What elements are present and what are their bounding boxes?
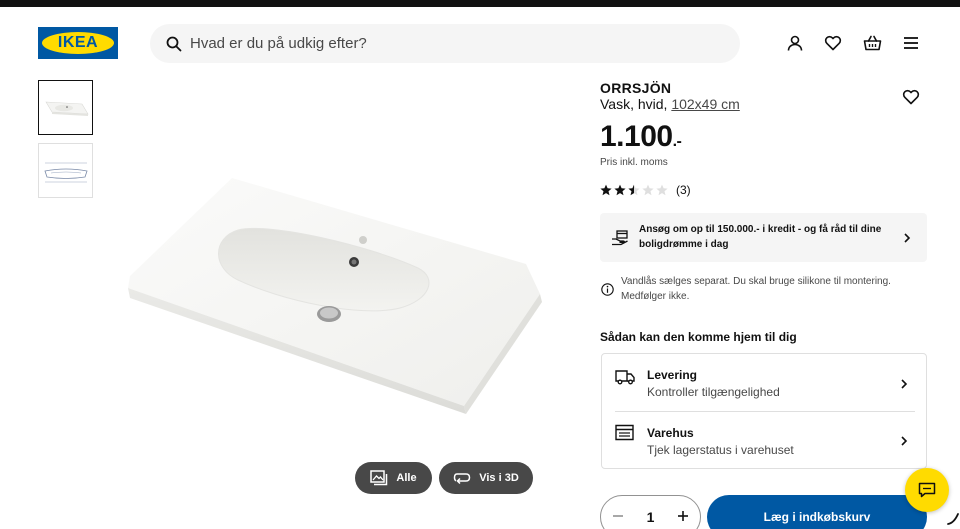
- search-icon: [166, 36, 182, 52]
- view-3d-button[interactable]: Vis i 3D: [439, 462, 533, 494]
- ikea-logo[interactable]: IKEA: [38, 27, 118, 59]
- delivery-label: Levering: [647, 368, 698, 382]
- delivery-option-levering[interactable]: Levering Kontroller tilgængelighed: [602, 354, 926, 411]
- search-input[interactable]: [190, 35, 690, 52]
- info-icon: [601, 283, 614, 296]
- delivery-options: Levering Kontroller tilgængelighed Vareh…: [601, 353, 927, 469]
- quantity-stepper[interactable]: 1: [600, 495, 701, 529]
- thumbnail-dimension-drawing[interactable]: [38, 143, 93, 198]
- menu-icon[interactable]: [901, 33, 921, 53]
- top-bar: [0, 0, 960, 7]
- chevron-right-icon: [901, 379, 908, 389]
- price-suffix: .-: [672, 133, 682, 150]
- search-bar[interactable]: [150, 24, 740, 63]
- basket-icon[interactable]: [862, 33, 882, 53]
- rating-count: (3): [676, 183, 691, 197]
- info-note-text: Vandlås sælges separat. Du skal bruge si…: [621, 276, 891, 302]
- increase-button[interactable]: [677, 509, 689, 525]
- credit-banner[interactable]: Ansøg om op til 150.000.- i kredit - og …: [600, 213, 927, 262]
- star-icon: [614, 184, 626, 196]
- price-value: 1.100: [600, 120, 673, 153]
- rating-stars[interactable]: (3): [600, 183, 691, 197]
- chat-button[interactable]: [905, 468, 949, 512]
- add-to-cart-label: Læg i indkøbskurv: [763, 510, 871, 524]
- delivery-sub: Kontroller tilgængelighed: [647, 385, 780, 399]
- chat-icon: [918, 482, 936, 498]
- delivery-section-title: Sådan kan den komme hjem til dig: [600, 330, 797, 344]
- credit-card-hand-icon: [612, 230, 628, 246]
- store-sub: Tjek lagerstatus i varehuset: [647, 443, 794, 457]
- credit-banner-text: Ansøg om op til 150.000.- i kredit - og …: [639, 224, 882, 250]
- product-description: Vask, hvid, 102x49 cm: [600, 96, 740, 112]
- gallery-icon: [370, 470, 388, 486]
- product-image: [120, 150, 560, 450]
- truck-icon: [615, 370, 635, 385]
- store-label: Varehus: [647, 426, 694, 440]
- heart-icon[interactable]: [823, 33, 843, 53]
- product-type: Vask, hvid,: [600, 96, 672, 112]
- chevron-right-icon: [904, 233, 911, 243]
- price-note: Pris inkl. moms: [600, 157, 668, 168]
- show-all-images-button[interactable]: Alle: [355, 462, 432, 494]
- logo-text: IKEA: [57, 34, 99, 51]
- star-icon: [642, 184, 654, 196]
- minus-icon: [613, 515, 624, 517]
- product-dimensions-link[interactable]: 102x49 cm: [671, 96, 739, 112]
- plus-icon: [677, 511, 688, 521]
- delivery-option-varehus[interactable]: Varehus Tjek lagerstatus i varehuset: [602, 412, 926, 469]
- decrease-button[interactable]: [612, 509, 624, 525]
- edge-chevron-icon: [947, 513, 959, 525]
- star-icon: [628, 184, 640, 196]
- star-icon: [656, 184, 668, 196]
- star-icon: [600, 184, 612, 196]
- sink-thumbnail-image: [44, 101, 89, 116]
- user-icon[interactable]: [785, 33, 805, 53]
- dimension-drawing-image: [43, 162, 88, 182]
- product-price: 1.100.-: [600, 120, 682, 154]
- chevron-right-icon: [901, 436, 908, 446]
- rotate-3d-icon: [453, 473, 471, 485]
- logo-oval: IKEA: [42, 32, 114, 54]
- quantity-value: 1: [646, 509, 655, 525]
- show-all-label: Alle: [396, 472, 417, 484]
- product-name: ORRSJÖN: [600, 80, 672, 96]
- add-to-cart-button[interactable]: Læg i indkøbskurv: [707, 495, 927, 529]
- favorite-heart-icon[interactable]: [902, 88, 920, 106]
- thumbnail-sink-top[interactable]: [38, 80, 93, 135]
- view-3d-label: Vis i 3D: [479, 472, 519, 484]
- store-icon: [615, 424, 634, 441]
